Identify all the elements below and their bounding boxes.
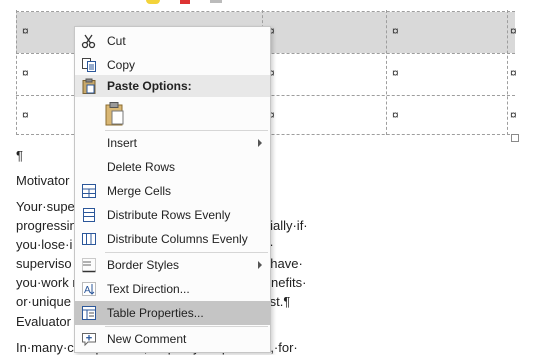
table-border [16, 10, 17, 135]
menu-item-label: Delete Rows [107, 160, 176, 174]
empty-paragraph-mark: ¶ [16, 148, 23, 163]
table-border [507, 10, 508, 135]
menu-item-new-comment[interactable]: New Comment [75, 327, 270, 351]
row-end-marker: ¤ [510, 108, 517, 122]
menu-item-label: Text Direction... [107, 282, 190, 296]
table-border [386, 10, 387, 135]
table-properties-icon [81, 305, 97, 321]
distribute-columns-icon [81, 231, 97, 247]
menu-item-distribute-rows[interactable]: Distribute Rows Evenly [75, 203, 270, 227]
distribute-rows-icon [81, 207, 97, 223]
text-direction-icon: A [81, 281, 97, 297]
menu-item-label: Cut [107, 34, 126, 48]
menu-item-label: Distribute Rows Evenly [107, 208, 231, 222]
border-styles-icon [81, 257, 97, 273]
cell-marker: ¤ [392, 66, 399, 80]
copy-icon [81, 57, 97, 73]
row-end-marker: ¤ [510, 24, 517, 38]
menu-item-distribute-columns[interactable]: Distribute Columns Evenly [75, 227, 270, 251]
clipboard-icon [81, 78, 97, 94]
paste-keep-formatting-button[interactable] [103, 101, 127, 127]
paste-options-header: Paste Options: [75, 75, 270, 97]
submenu-arrow-icon [258, 139, 262, 147]
menu-item-border-styles[interactable]: Border Styles [75, 253, 270, 277]
menu-item-delete-rows[interactable]: Delete Rows [75, 155, 270, 179]
row-end-marker: ¤ [510, 66, 517, 80]
menu-item-label: Insert [107, 136, 138, 150]
cell-marker: ¤ [22, 24, 29, 38]
menu-item-insert[interactable]: Insert [75, 131, 270, 155]
cell-marker: ¤ [392, 108, 399, 122]
menu-item-label: New Comment [107, 332, 187, 346]
menu-item-text-direction[interactable]: A Text Direction... [75, 277, 270, 301]
paste-clipboard-icon [105, 102, 124, 126]
mini-toolbar-fragment [140, 0, 222, 8]
submenu-arrow-icon [258, 261, 262, 269]
heading-evaluator: Evaluator [16, 314, 71, 329]
table-border [16, 11, 515, 12]
menu-item-label: Merge Cells [107, 184, 172, 198]
paste-options-label: Paste Options: [107, 79, 192, 93]
menu-item-table-properties[interactable]: Table Properties... [75, 301, 270, 325]
cell-marker: ¤ [392, 24, 399, 38]
svg-text:A: A [84, 285, 91, 296]
menu-item-cut[interactable]: Cut [75, 29, 270, 53]
menu-item-label: Border Styles [107, 258, 180, 272]
menu-item-merge-cells[interactable]: Merge Cells [75, 179, 270, 203]
heading-motivator: Motivator [16, 173, 70, 188]
menu-item-copy[interactable]: Copy [75, 53, 270, 77]
table-resize-handle[interactable] [511, 134, 519, 142]
new-comment-icon [81, 331, 97, 347]
menu-item-label: Table Properties... [107, 306, 204, 320]
context-menu: Cut Copy Paste Options: Insert Delete Ro… [74, 26, 271, 353]
merge-cells-icon [81, 183, 97, 199]
menu-item-label: Distribute Columns Evenly [107, 232, 248, 246]
cell-marker: ¤ [22, 66, 29, 80]
document-canvas[interactable]: ¤ ¤ ¤ ¤ ¤ ¤ ¤ ¤ ¤ ¤ ¤ ¤ ¶ Motivator Your… [0, 0, 547, 355]
scissors-icon [81, 33, 97, 49]
cell-marker: ¤ [22, 108, 29, 122]
menu-item-label: Copy [107, 58, 136, 72]
